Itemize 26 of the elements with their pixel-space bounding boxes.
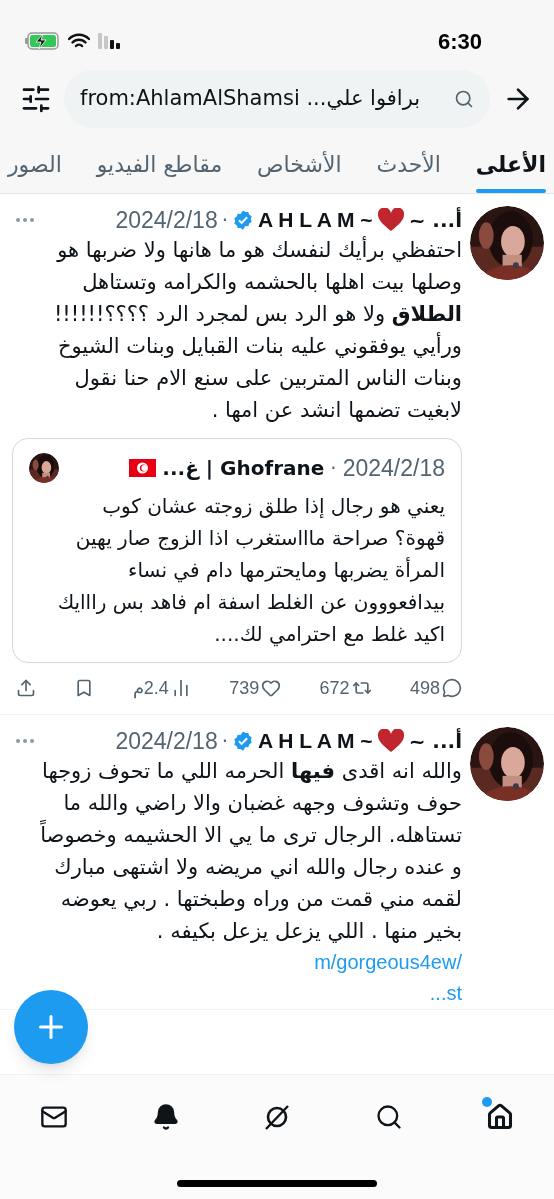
tab[interactable]: مقاطع الفيديو — [96, 140, 223, 193]
tweet-text: والله انه اقدى فيها الحرمه اللي ما تحوف زوجها حوف وتشوف وجهه غضبان والا راضي والله ما تستاهله. الرجال ترى ما يي الا الحشيمه وخصوصاً و عنده رجال والله اني مريضه ولا اشتهى مبارك لقمه مني قمت من وراه وطبختها . ربي يعوضه بخير منها . اللي يزعل يزعل بكيفه . — [39, 757, 462, 945]
separator-dot: · — [221, 207, 229, 234]
tweet-date: 2024/2/18 — [115, 726, 218, 755]
tab[interactable]: الأحدث — [376, 140, 441, 193]
views-button[interactable]: 2.4م — [132, 674, 191, 702]
quoted-author-name: Ghofrane | غ... — [162, 455, 325, 483]
tab[interactable]: الصور — [8, 140, 62, 193]
like-button[interactable]: 739 — [229, 674, 282, 702]
reply-button[interactable]: 498 — [409, 674, 462, 702]
quoted-author-date: 2024/2/18 — [342, 454, 445, 483]
tab[interactable]: الأشخاص — [257, 140, 342, 193]
tweet-date: 2024/2/18 — [115, 206, 218, 234]
author-name: أ... ~ — [408, 206, 462, 234]
tab[interactable]: الأعلى — [475, 140, 546, 193]
author-name: أ... ~ — [408, 727, 462, 755]
tweet-link[interactable]: ...st — [429, 977, 462, 1009]
separator-dot: · — [330, 455, 337, 483]
search-field[interactable]: برافوا علي... from:AhlamAlShamsi — [64, 70, 490, 128]
author-name: ~ A H L A M — [258, 207, 373, 233]
retweet-button[interactable]: 672 — [319, 674, 372, 702]
tweet-text: احتفظي برأيك لنفسك هو ما هانها ولا ضربها هو وصلها بيت اهلها بالحشمه والكرامه وتستاهل الطلاق ولا هو الرد بس لمجرد الرد ؟؟؟؟!!!!!! ورأيي يوفقوني عليه بنات القبايل وبنات الشيوخ وبنات الناس المتربين على سنع الام حنا نقول لابغيت تضمها انشد عن امها . — [52, 235, 462, 424]
author-name: ~ A H L A M — [258, 727, 373, 754]
quoted-tweet-text: يعني هو رجال إذا طلق زوجته عشان كوب قهوة؟ صراحة ماااستغرب اذا الزوج صار يهين المرأة يضربها ومايحترمها دام في نساء بيدافعووون عن الغلط اسفة ام فاهد بس رااايك اكيد غلط مع احترامي لك.... — [56, 492, 445, 649]
status-time: 6:30 — [437, 27, 482, 56]
separator-dot: · — [221, 727, 229, 755]
